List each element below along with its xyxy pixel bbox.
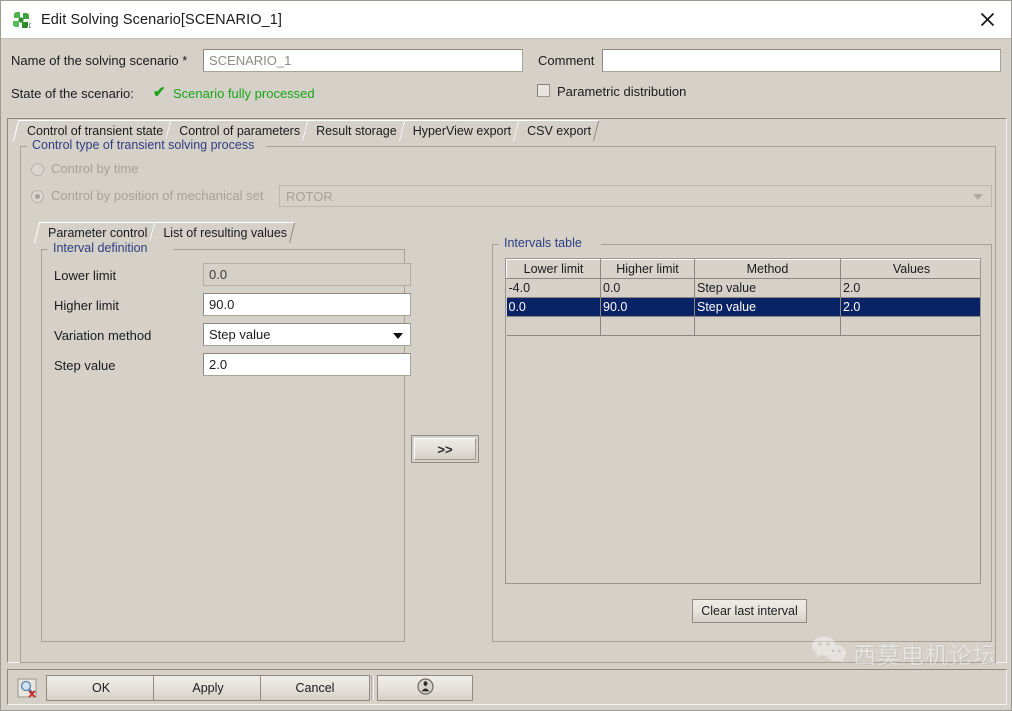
tab-hyperview-export[interactable]: HyperView export xyxy=(403,120,519,140)
variation-method-combo[interactable]: Step value xyxy=(203,323,411,346)
cell-lower-limit: -4.0 xyxy=(506,278,601,298)
step-value-input[interactable]: 2.0 xyxy=(203,353,411,376)
radio-control-by-position[interactable] xyxy=(31,190,44,203)
intervals-table-groupbox: Intervals table Lower limit Higher limit… xyxy=(492,236,992,642)
subtab-parameter-control[interactable]: Parameter control xyxy=(39,222,155,242)
tab-label: CSV export xyxy=(527,124,592,138)
help-person-icon xyxy=(416,678,434,698)
cell-lower-limit: 0.0 xyxy=(506,297,601,317)
tab-label: Result storage xyxy=(316,124,397,138)
intervals-table[interactable]: Lower limit Higher limit Method Values -… xyxy=(505,258,981,584)
footer-separator xyxy=(371,676,374,700)
tab-label: HyperView export xyxy=(412,124,512,138)
apply-button[interactable]: Apply xyxy=(153,675,263,701)
dialog-footer: OK Apply Cancel xyxy=(7,669,1007,705)
control-type-group-title: Control type of transient solving proces… xyxy=(29,138,258,152)
subtab-list-of-resulting-values[interactable]: List of resulting values xyxy=(154,222,295,242)
clear-last-interval-button[interactable]: Clear last interval xyxy=(692,599,807,623)
reset-magnifier-icon[interactable] xyxy=(16,677,38,699)
cell-method: Step value xyxy=(694,278,841,298)
chevron-down-icon xyxy=(973,194,983,200)
cell-method: Step value xyxy=(694,297,841,317)
higher-limit-input[interactable]: 90.0 xyxy=(203,293,411,316)
tab-label: Control of transient state xyxy=(27,124,164,138)
cancel-button[interactable]: Cancel xyxy=(260,675,370,701)
cell-values xyxy=(840,316,980,336)
comment-input[interactable] xyxy=(602,49,1001,72)
cell-values: 2.0 xyxy=(840,297,980,317)
parametric-distribution-checkbox[interactable] xyxy=(537,84,550,97)
clear-last-interval-label: Clear last interval xyxy=(701,604,798,618)
ok-button[interactable]: OK xyxy=(46,675,156,701)
column-header-higher-limit[interactable]: Higher limit xyxy=(600,259,695,279)
close-icon[interactable] xyxy=(961,1,1011,38)
help-button[interactable] xyxy=(377,675,473,701)
cell-method xyxy=(694,316,841,336)
edit-solving-scenario-dialog: 2D Edit Solving Scenario[SCENARIO_1] Nam… xyxy=(0,0,1012,711)
scenario-header-form: Name of the solving scenario * SCENARIO_… xyxy=(1,39,1011,117)
scenario-state-value: Scenario fully processed xyxy=(173,86,315,101)
titlebar: 2D Edit Solving Scenario[SCENARIO_1] xyxy=(1,1,1011,39)
column-header-lower-limit[interactable]: Lower limit xyxy=(506,259,601,279)
step-value-label: Step value xyxy=(54,358,116,373)
flux-2d-pinwheel-icon: 2D xyxy=(11,9,33,31)
mechanical-set-combo[interactable]: ROTOR xyxy=(279,185,992,207)
chevron-down-icon xyxy=(393,332,403,339)
interval-definition-group-title: Interval definition xyxy=(50,241,151,255)
radio-control-by-time-label: Control by time xyxy=(51,161,139,176)
add-interval-button-frame: >> xyxy=(411,435,479,463)
cell-values: 2.0 xyxy=(840,278,980,298)
table-header-row: Lower limit Higher limit Method Values xyxy=(506,259,980,279)
radio-control-by-time[interactable] xyxy=(31,163,44,176)
variation-method-label: Variation method xyxy=(54,328,152,343)
window-title: Edit Solving Scenario[SCENARIO_1] xyxy=(41,11,283,28)
parameter-subtabstrip: Parameter control List of resulting valu… xyxy=(39,221,295,242)
comment-label: Comment xyxy=(538,53,595,68)
cell-higher-limit: 90.0 xyxy=(600,297,695,317)
table-row[interactable] xyxy=(506,316,980,336)
main-tabstrip: Control of transient state Control of pa… xyxy=(18,119,599,140)
cell-lower-limit xyxy=(506,316,601,336)
tab-control-of-parameters[interactable]: Control of parameters xyxy=(170,120,308,140)
interval-definition-groupbox: Interval definition Lower limit 0.0 High… xyxy=(41,241,411,642)
cancel-button-label: Cancel xyxy=(295,681,335,695)
svg-text:2D: 2D xyxy=(25,23,32,30)
lower-limit-label: Lower limit xyxy=(54,268,117,283)
control-type-groupbox: Control type of transient solving proces… xyxy=(20,138,996,663)
tab-csv-export[interactable]: CSV export xyxy=(518,120,599,140)
scenario-content-panel: Control of transient state Control of pa… xyxy=(7,118,1007,663)
tab-control-of-transient-state[interactable]: Control of transient state xyxy=(18,120,171,140)
table-row[interactable]: -4.0 0.0 Step value 2.0 xyxy=(506,278,980,298)
add-interval-button[interactable]: >> xyxy=(414,438,476,460)
intervals-table-group-title: Intervals table xyxy=(501,236,585,250)
scenario-name-label: Name of the solving scenario * xyxy=(11,53,188,68)
tab-label: Control of parameters xyxy=(179,124,301,138)
mechanical-set-value: ROTOR xyxy=(286,188,333,204)
parametric-distribution-label: Parametric distribution xyxy=(557,84,687,99)
column-header-method[interactable]: Method xyxy=(694,259,841,279)
table-row[interactable]: 0.0 90.0 Step value 2.0 xyxy=(506,297,980,317)
state-check-icon: ✔ xyxy=(153,84,166,101)
lower-limit-input[interactable]: 0.0 xyxy=(203,263,411,286)
scenario-name-input[interactable]: SCENARIO_1 xyxy=(203,49,523,72)
radio-control-by-position-label: Control by position of mechanical set xyxy=(51,188,264,203)
ok-button-label: OK xyxy=(91,681,111,695)
cell-higher-limit xyxy=(600,316,695,336)
tab-result-storage[interactable]: Result storage xyxy=(307,120,404,140)
subtab-label: Parameter control xyxy=(48,226,148,240)
variation-method-value: Step value xyxy=(209,327,271,342)
scenario-state-label: State of the scenario: xyxy=(11,86,134,101)
cell-higher-limit: 0.0 xyxy=(600,278,695,298)
apply-button-label: Apply xyxy=(192,681,224,695)
add-interval-button-label: >> xyxy=(437,441,453,457)
column-header-values[interactable]: Values xyxy=(840,259,980,279)
subtab-label: List of resulting values xyxy=(163,226,288,240)
higher-limit-label: Higher limit xyxy=(54,298,120,313)
